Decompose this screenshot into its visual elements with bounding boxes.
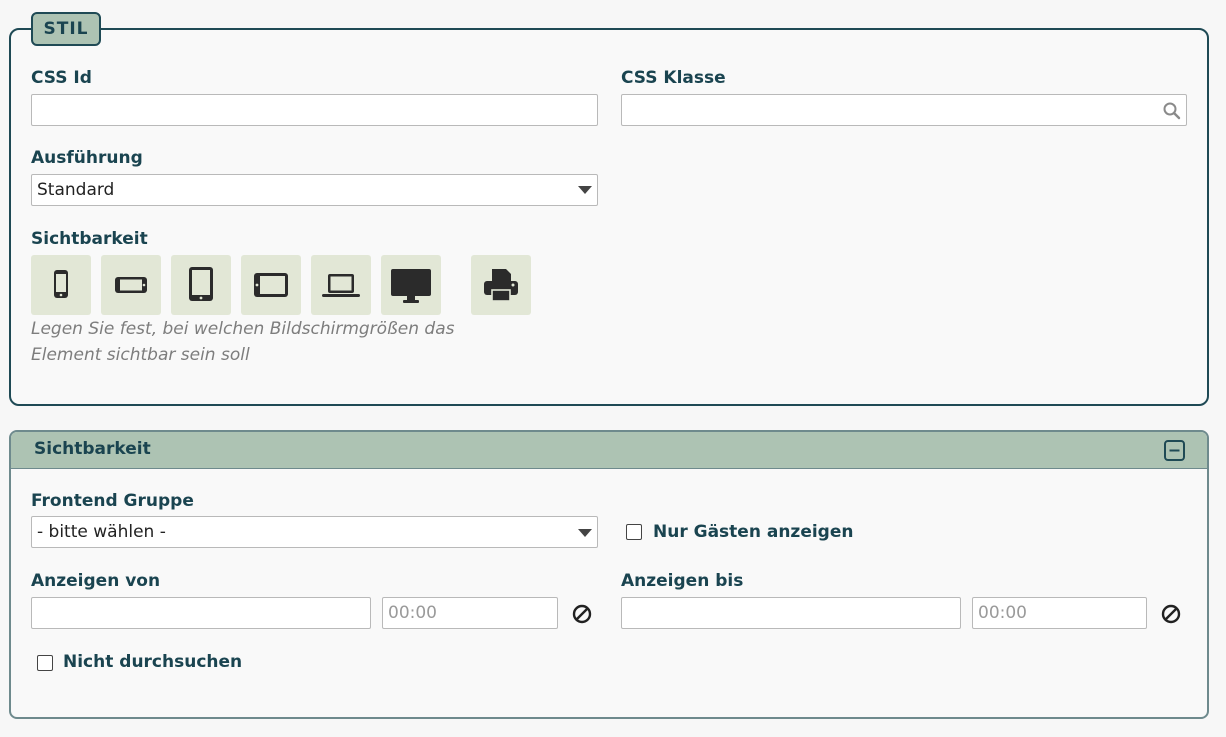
anzeigen-bis-label: Anzeigen bis [621, 571, 744, 591]
ausfuehrung-value: Standard [37, 180, 115, 200]
nicht-durchsuchen-checkbox[interactable] [37, 655, 53, 671]
sichtbarkeit-panel [9, 430, 1209, 719]
clear-icon[interactable] [1160, 603, 1182, 625]
frontend-gruppe-label: Frontend Gruppe [31, 491, 194, 511]
ausfuehrung-label: Ausführung [31, 148, 143, 168]
css-id-input[interactable] [31, 94, 598, 126]
anzeigen-bis-time-placeholder: 00:00 [978, 603, 1027, 623]
printer-icon [484, 269, 518, 302]
anzeigen-von-time-placeholder: 00:00 [388, 603, 437, 623]
phone-portrait-button[interactable] [31, 255, 91, 315]
laptop-icon [322, 274, 360, 297]
chevron-down-icon [578, 186, 592, 194]
laptop-button[interactable] [311, 255, 371, 315]
panel-title: Sichtbarkeit [34, 439, 151, 459]
nur-gaesten-checkbox[interactable] [626, 524, 642, 540]
tablet-landscape-button[interactable] [241, 255, 301, 315]
css-klasse-label: CSS Klasse [621, 68, 726, 88]
panel-header [11, 432, 1207, 469]
visibility-hint: Legen Sie fest, bei welchen Bildschirmgr… [31, 319, 455, 365]
nicht-durchsuchen-label[interactable]: Nicht durchsuchen [63, 652, 242, 672]
desktop-icon [391, 269, 431, 303]
printer-button[interactable] [471, 255, 531, 315]
anzeigen-von-date-input[interactable] [31, 597, 371, 629]
anzeigen-bis-date-input[interactable] [621, 597, 961, 629]
minus-square-icon[interactable] [1164, 440, 1185, 461]
ausfuehrung-select[interactable] [31, 174, 598, 206]
tablet-portrait-button[interactable] [171, 255, 231, 315]
css-id-label: CSS Id [31, 68, 92, 88]
css-klasse-input[interactable] [621, 94, 1187, 126]
tablet-landscape-icon [254, 273, 288, 297]
chevron-down-icon [578, 529, 592, 537]
clear-icon[interactable] [571, 603, 593, 625]
desktop-button[interactable] [381, 255, 441, 315]
anzeigen-von-label: Anzeigen von [31, 571, 161, 591]
stil-legend: STIL [31, 12, 101, 46]
tablet-portrait-icon [189, 267, 213, 301]
sichtbarkeit-label: Sichtbarkeit [31, 229, 148, 249]
nur-gaesten-label[interactable]: Nur Gästen anzeigen [653, 522, 853, 542]
phone-portrait-icon [54, 270, 68, 298]
phone-landscape-icon [115, 277, 147, 293]
search-icon[interactable] [1162, 101, 1182, 121]
frontend-gruppe-value: - bitte wählen - [37, 522, 166, 542]
phone-landscape-button[interactable] [101, 255, 161, 315]
